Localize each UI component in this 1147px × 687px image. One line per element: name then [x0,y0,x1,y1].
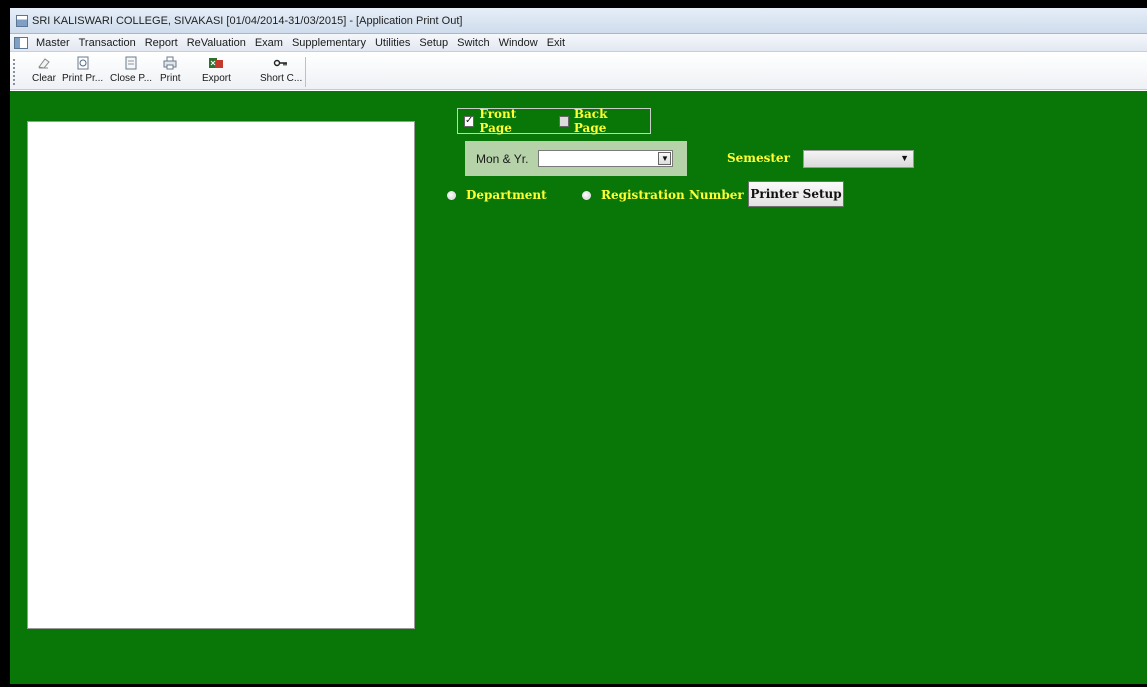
chevron-down-icon[interactable]: ▼ [900,153,909,163]
app-window: SRI KALISWARI COLLEGE, SIVAKASI [01/04/2… [10,8,1147,684]
print-preview-button-label: Print Pr... [62,73,104,84]
print-button[interactable]: Print [160,55,181,87]
print-button-label: Print [160,73,181,84]
app-window-icon [16,14,28,27]
menu-master[interactable]: Master [36,37,70,49]
print-preview-icon [76,55,90,71]
eraser-icon [37,55,51,71]
print-preview-panel [27,121,415,629]
semester-label: Semester [727,151,790,165]
menu-bar: Master Transaction Report ReValuation Ex… [10,34,1147,52]
toolbar: Clear Print Pr... Close P... Print Expor [10,53,1147,90]
toolbar-separator [305,57,306,87]
close-preview-button-label: Close P... [110,73,153,84]
page-options-group: ✓ Front Page Back Page [457,107,651,135]
clear-button[interactable]: Clear [32,55,56,87]
mon-yr-combo[interactable]: ▼ [538,150,674,167]
back-page-checkbox[interactable] [558,115,569,127]
close-preview-icon [124,55,138,71]
export-button[interactable]: Export [202,55,231,87]
toolbar-grip[interactable] [13,59,15,85]
department-label[interactable]: Department [466,188,547,202]
short-cut-button-label: Short C... [260,73,303,84]
chevron-down-icon[interactable]: ▼ [658,152,672,165]
menu-report[interactable]: Report [145,37,178,49]
print-preview-button[interactable]: Print Pr... [62,55,103,87]
department-radio[interactable] [447,190,456,200]
registration-number-radio-option[interactable]: Registration Number [582,188,744,202]
printer-icon [163,55,177,71]
title-bar: SRI KALISWARI COLLEGE, SIVAKASI [01/04/2… [10,8,1147,34]
export-icon [208,55,224,71]
menu-switch[interactable]: Switch [457,37,489,49]
short-cut-button[interactable]: Short C... [260,55,302,87]
menu-supplementary[interactable]: Supplementary [292,37,366,49]
menu-utilities[interactable]: Utilities [375,37,410,49]
menu-transaction[interactable]: Transaction [79,37,136,49]
printer-setup-button[interactable]: Printer Setup [748,181,844,207]
clear-button-label: Clear [32,73,56,84]
menu-setup[interactable]: Setup [419,37,448,49]
export-button-label: Export [202,73,231,84]
mdi-child-icon[interactable] [14,36,28,49]
menu-revaluation[interactable]: ReValuation [187,37,246,49]
menu-window[interactable]: Window [499,37,538,49]
back-page-label[interactable]: Back Page [574,107,638,135]
menu-exam[interactable]: Exam [255,37,283,49]
department-radio-option[interactable]: Department [447,188,547,202]
front-page-label[interactable]: Front Page [479,107,546,135]
registration-number-label[interactable]: Registration Number [601,188,744,202]
window-title: SRI KALISWARI COLLEGE, SIVAKASI [01/04/2… [32,14,463,27]
front-page-checkbox[interactable]: ✓ [464,115,475,127]
mon-yr-panel: Mon & Yr. ▼ [465,141,687,176]
menu-exit[interactable]: Exit [547,37,565,49]
registration-number-radio[interactable] [582,190,591,200]
mon-yr-label: Mon & Yr. [476,151,529,166]
semester-combo[interactable]: ▼ [803,150,914,168]
close-preview-button[interactable]: Close P... [110,55,152,87]
key-icon [273,55,289,71]
form-client-area: ✓ Front Page Back Page Mon & Yr. ▼ Semes… [10,91,1147,684]
